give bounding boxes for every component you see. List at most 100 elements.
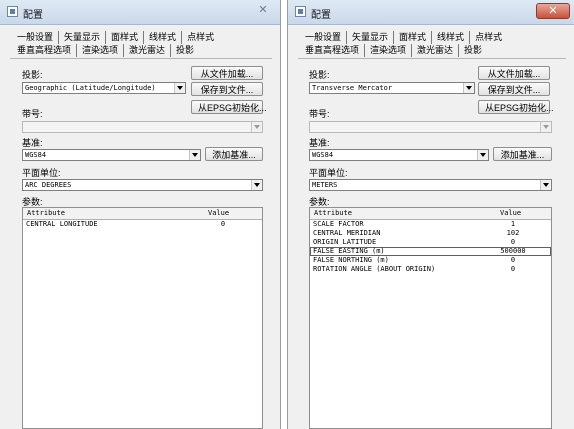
window-title: 配置 — [23, 10, 43, 21]
zone-label: 带号: — [309, 109, 330, 119]
tab-lidar[interactable]: 激光雷达 — [124, 44, 172, 57]
chevron-down-icon — [251, 122, 262, 132]
tab-lidar[interactable]: 激光雷达 — [412, 44, 460, 57]
table-row[interactable]: FALSE NORTHING (m) 0 — [310, 256, 551, 265]
datum-select-value: WGS84 — [25, 151, 47, 159]
config-dialog-geographic: 配置 ✕ 一般设置 矢量显示 面样式 线样式 点样式 垂直高程选项 渲染选项 激光雷达 投影 … — [0, 0, 281, 429]
row-value[interactable]: 0 — [478, 265, 548, 274]
tab-projection[interactable]: 投影 — [171, 44, 199, 57]
datum-label: 基准: — [22, 138, 43, 148]
title-bar[interactable]: 配置 ✕ — [288, 0, 574, 25]
tab-line-style[interactable]: 线样式 — [432, 31, 471, 44]
window-title: 配置 — [311, 10, 331, 21]
tab-render-options[interactable]: 渲染选项 — [365, 44, 413, 57]
save-to-file-button[interactable]: 保存到文件... — [191, 82, 263, 96]
app-icon — [295, 6, 306, 17]
init-from-epsg-button[interactable]: 从EPSG初始化... — [191, 100, 267, 114]
projection-select[interactable]: Transverse Mercator — [309, 82, 475, 94]
config-dialog-transverse-mercator: 配置 ✕ 一般设置 矢量显示 面样式 线样式 点样式 垂直高程选项 渲染选项 激光雷达 投影 … — [287, 0, 574, 429]
row-value[interactable]: 500000 — [478, 247, 548, 256]
datum-select[interactable]: WGS84 — [22, 149, 201, 161]
tab-area-style[interactable]: 面样式 — [106, 31, 145, 44]
tab-vertical-options[interactable]: 垂直高程选项 — [12, 44, 78, 57]
row-value[interactable]: 1 — [478, 220, 548, 229]
row-value[interactable]: 102 — [478, 229, 548, 238]
table-row-selected[interactable]: FALSE EASTING (m) 500000 — [310, 247, 551, 256]
chevron-down-icon — [174, 83, 185, 93]
row-value[interactable]: 0 — [193, 220, 253, 229]
zone-select[interactable] — [309, 121, 552, 133]
row-value[interactable]: 0 — [478, 256, 548, 265]
close-button[interactable]: ✕ — [249, 3, 277, 19]
row-value[interactable]: 0 — [478, 238, 548, 247]
column-header-attribute[interactable]: Attribute — [314, 208, 352, 219]
projection-label: 投影: — [22, 70, 43, 80]
projection-select[interactable]: Geographic (Latitude/Longitude) — [22, 82, 186, 94]
row-attribute: ORIGIN LATITUDE — [313, 238, 377, 246]
planar-unit-select-value: METERS — [312, 181, 338, 189]
zone-label: 带号: — [22, 109, 43, 119]
datum-select[interactable]: WGS84 — [309, 149, 489, 161]
tab-vertical-options[interactable]: 垂直高程选项 — [300, 44, 366, 57]
tab-general[interactable]: 一般设置 — [12, 31, 60, 44]
app-icon — [7, 6, 18, 17]
projection-label: 投影: — [309, 70, 330, 80]
tab-point-style[interactable]: 点样式 — [182, 31, 219, 44]
load-from-file-button[interactable]: 从文件加载... — [191, 66, 263, 80]
init-from-epsg-button[interactable]: 从EPSG初始化... — [478, 100, 554, 114]
column-header-value[interactable]: Value — [500, 208, 521, 219]
datum-select-value: WGS84 — [312, 151, 334, 159]
column-header-attribute[interactable]: Attribute — [27, 208, 65, 219]
add-datum-button[interactable]: 添加基准... — [493, 147, 552, 161]
table-header: Attribute Value — [310, 208, 551, 220]
projection-select-value: Transverse Mercator — [312, 84, 393, 92]
planar-unit-label: 平面单位: — [22, 168, 61, 178]
tab-general[interactable]: 一般设置 — [300, 31, 348, 44]
tab-line-style[interactable]: 线样式 — [144, 31, 183, 44]
tab-strip-row1: 一般设置 矢量显示 面样式 线样式 点样式 — [300, 31, 568, 44]
table-row[interactable]: SCALE FACTOR 1 — [310, 220, 551, 229]
row-attribute: ROTATION ANGLE (ABOUT ORIGIN) — [313, 265, 436, 273]
close-button[interactable]: ✕ — [536, 3, 570, 19]
tab-panel-border — [10, 58, 272, 59]
planar-unit-select-value: ARC DEGREES — [25, 181, 72, 189]
tab-strip-row2: 垂直高程选项 渲染选项 激光雷达 投影 — [300, 44, 568, 57]
chevron-down-icon — [251, 180, 262, 190]
planar-unit-select[interactable]: METERS — [309, 179, 552, 191]
tab-panel-border — [298, 58, 566, 59]
tab-area-style[interactable]: 面样式 — [394, 31, 433, 44]
tab-projection[interactable]: 投影 — [459, 44, 487, 57]
table-row[interactable]: CENTRAL LONGITUDE 0 — [23, 220, 262, 229]
tab-vector-display[interactable]: 矢量显示 — [59, 31, 107, 44]
planar-unit-select[interactable]: ARC DEGREES — [22, 179, 263, 191]
parameters-table[interactable]: Attribute Value CENTRAL LONGITUDE 0 — [22, 207, 263, 429]
projection-select-value: Geographic (Latitude/Longitude) — [25, 84, 156, 92]
add-datum-button[interactable]: 添加基准... — [205, 147, 263, 161]
tab-render-options[interactable]: 渲染选项 — [77, 44, 125, 57]
tab-strip-row1: 一般设置 矢量显示 面样式 线样式 点样式 — [12, 31, 274, 44]
tab-vector-display[interactable]: 矢量显示 — [347, 31, 395, 44]
chevron-down-icon — [540, 180, 551, 190]
tab-point-style[interactable]: 点样式 — [470, 31, 507, 44]
row-attribute: CENTRAL MERIDIAN — [313, 229, 381, 237]
table-header: Attribute Value — [23, 208, 262, 220]
zone-select[interactable] — [22, 121, 263, 133]
planar-unit-label: 平面单位: — [309, 168, 348, 178]
column-header-value[interactable]: Value — [208, 208, 229, 219]
row-attribute: FALSE EASTING (m) — [313, 247, 385, 255]
table-row[interactable]: ROTATION ANGLE (ABOUT ORIGIN) 0 — [310, 265, 551, 274]
load-from-file-button[interactable]: 从文件加载... — [478, 66, 550, 80]
row-attribute: CENTRAL LONGITUDE — [26, 220, 98, 228]
datum-label: 基准: — [309, 138, 330, 148]
table-body: CENTRAL LONGITUDE 0 — [23, 220, 262, 229]
table-row[interactable]: CENTRAL MERIDIAN 102 — [310, 229, 551, 238]
parameters-table[interactable]: Attribute Value SCALE FACTOR 1 CENTRAL M… — [309, 207, 552, 429]
chevron-down-icon — [540, 122, 551, 132]
tab-strip-row2: 垂直高程选项 渲染选项 激光雷达 投影 — [12, 44, 274, 57]
row-attribute: SCALE FACTOR — [313, 220, 364, 228]
chevron-down-icon — [463, 83, 474, 93]
title-bar[interactable]: 配置 ✕ — [0, 0, 280, 25]
table-row[interactable]: ORIGIN LATITUDE 0 — [310, 238, 551, 247]
row-attribute: FALSE NORTHING (m) — [313, 256, 389, 264]
save-to-file-button[interactable]: 保存到文件... — [478, 82, 550, 96]
